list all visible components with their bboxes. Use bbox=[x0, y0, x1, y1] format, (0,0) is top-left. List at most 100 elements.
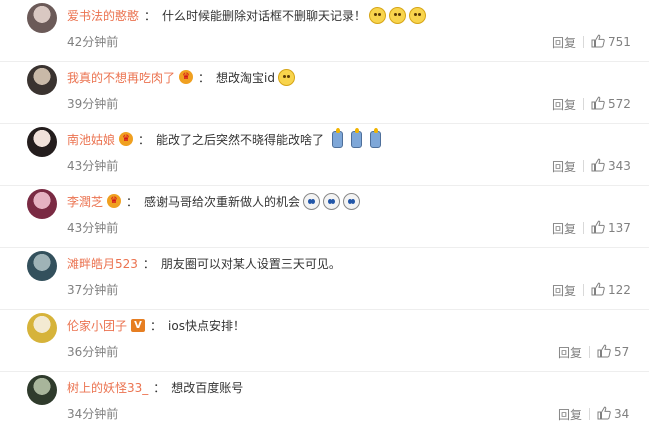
divider bbox=[583, 222, 585, 234]
colon: ： bbox=[126, 194, 139, 209]
username-link[interactable]: 南池姑娘 bbox=[67, 131, 115, 148]
divider bbox=[589, 408, 591, 420]
comment-actions: 回复 137 bbox=[552, 219, 631, 237]
candle-emoji-icon bbox=[332, 127, 344, 148]
colon: ： bbox=[153, 380, 166, 395]
cry-emoji-icon bbox=[343, 192, 361, 210]
like-button[interactable]: 343 bbox=[591, 158, 631, 175]
thumbs-up-icon bbox=[591, 34, 608, 51]
comment-line: 我真的不想再吃肉了 ♛ ： 想改淘宝id bbox=[67, 66, 295, 88]
like-count: 751 bbox=[608, 35, 631, 49]
worried-emoji-icon bbox=[369, 6, 387, 24]
avatar[interactable] bbox=[27, 251, 57, 281]
candle-emoji-icon bbox=[351, 127, 363, 148]
avatar[interactable] bbox=[27, 313, 57, 343]
comment-item: 滩畔皓月523 ： 朋友圈可以对某人设置三天可见。 37分钟前 回复 122 bbox=[0, 248, 649, 310]
comment-actions: 回复 122 bbox=[552, 281, 631, 299]
thumbs-up-icon bbox=[597, 344, 614, 361]
like-button[interactable]: 572 bbox=[591, 96, 631, 113]
avatar[interactable] bbox=[27, 127, 57, 157]
comment-item: 南池姑娘 ♛ ： 能改了之后突然不晓得能改啥了 43分钟前 回复 343 bbox=[0, 124, 649, 186]
like-button[interactable]: 122 bbox=[591, 282, 631, 299]
verified-v-icon: V bbox=[131, 318, 146, 332]
comment-line: 爱书法的憨憨 ： 什么时候能删除对话框不删聊天记录！ bbox=[67, 4, 427, 26]
thumbs-up-icon bbox=[591, 282, 608, 299]
vip-crown-icon: ♛ bbox=[179, 70, 194, 84]
candle-emoji-icon bbox=[370, 127, 382, 148]
reply-button[interactable]: 回复 bbox=[552, 34, 576, 51]
reply-button[interactable]: 回复 bbox=[552, 158, 576, 175]
comment-item: 爱书法的憨憨 ： 什么时候能删除对话框不删聊天记录！ 42分钟前 回复 751 bbox=[0, 0, 649, 62]
comment-time: 34分钟前 bbox=[67, 407, 119, 421]
cry-emoji-icon bbox=[323, 192, 341, 210]
comment-item: 伦家小团子 V ： ios快点安排！ 36分钟前 回复 57 bbox=[0, 310, 649, 372]
reply-button[interactable]: 回复 bbox=[558, 406, 582, 423]
like-button[interactable]: 751 bbox=[591, 34, 631, 51]
reply-button[interactable]: 回复 bbox=[552, 96, 576, 113]
colon: ： bbox=[198, 70, 211, 85]
like-count: 57 bbox=[614, 345, 630, 359]
like-button[interactable]: 34 bbox=[597, 406, 629, 423]
avatar[interactable] bbox=[27, 3, 57, 33]
worried-emoji-icon bbox=[409, 6, 427, 24]
comment-item: 我真的不想再吃肉了 ♛ ： 想改淘宝id 39分钟前 回复 572 bbox=[0, 62, 649, 124]
username-link[interactable]: 李潤芝 bbox=[67, 193, 103, 210]
comment-line: 李潤芝 ♛ ： 感谢马哥给次重新做人的机会 bbox=[67, 190, 361, 212]
divider bbox=[583, 160, 585, 172]
comment-text: ios快点安排！ bbox=[168, 318, 245, 333]
comment-line: 滩畔皓月523 ： 朋友圈可以对某人设置三天可见。 bbox=[67, 252, 341, 274]
colon: ： bbox=[150, 318, 163, 333]
comment-time: 42分钟前 bbox=[67, 35, 119, 49]
comment-line: 伦家小团子 V ： ios快点安排！ bbox=[67, 314, 245, 336]
thumbs-up-icon bbox=[591, 96, 608, 113]
comment-actions: 回复 343 bbox=[552, 157, 631, 175]
comment-line: 树上的妖怪33_ ： 想改百度账号 bbox=[67, 376, 243, 398]
reply-button[interactable]: 回复 bbox=[552, 220, 576, 237]
username-link[interactable]: 滩畔皓月523 bbox=[67, 255, 138, 272]
vip-crown-icon: ♛ bbox=[119, 132, 134, 146]
like-count: 122 bbox=[608, 283, 631, 297]
avatar[interactable] bbox=[27, 375, 57, 405]
comment-item: 树上的妖怪33_ ： 想改百度账号 34分钟前 回复 34 bbox=[0, 372, 649, 430]
comment-actions: 回复 572 bbox=[552, 95, 631, 113]
thumbs-up-icon bbox=[591, 158, 608, 175]
comment-text: 想改百度账号 bbox=[171, 380, 244, 395]
worried-emoji-icon bbox=[389, 6, 407, 24]
comment-text: 朋友圈可以对某人设置三天可见。 bbox=[160, 256, 341, 271]
comment-actions: 回复 751 bbox=[552, 33, 631, 51]
comment-text: 感谢马哥给次重新做人的机会 bbox=[144, 194, 301, 209]
comment-time: 43分钟前 bbox=[67, 221, 119, 235]
username-link[interactable]: 爱书法的憨憨 bbox=[67, 7, 139, 24]
like-count: 343 bbox=[608, 159, 631, 173]
reply-button[interactable]: 回复 bbox=[552, 282, 576, 299]
shy-emoji-icon bbox=[277, 68, 295, 86]
like-count: 34 bbox=[614, 407, 630, 421]
comment-text: 什么时候能删除对话框不删聊天记录！ bbox=[162, 8, 367, 23]
like-count: 572 bbox=[608, 97, 631, 111]
like-button[interactable]: 57 bbox=[597, 344, 629, 361]
comment-item: 李潤芝 ♛ ： 感谢马哥给次重新做人的机会 43分钟前 回复 137 bbox=[0, 186, 649, 248]
like-button[interactable]: 137 bbox=[591, 220, 631, 237]
comment-time: 39分钟前 bbox=[67, 97, 119, 111]
like-count: 137 bbox=[608, 221, 631, 235]
comment-actions: 回复 57 bbox=[558, 343, 629, 361]
avatar[interactable] bbox=[27, 65, 57, 95]
thumbs-up-icon bbox=[591, 220, 608, 237]
comment-line: 南池姑娘 ♛ ： 能改了之后突然不晓得能改啥了 bbox=[67, 127, 382, 150]
divider bbox=[583, 36, 585, 48]
divider bbox=[589, 346, 591, 358]
reply-button[interactable]: 回复 bbox=[558, 344, 582, 361]
comment-text: 想改淘宝id bbox=[216, 70, 275, 85]
colon: ： bbox=[138, 132, 151, 147]
username-link[interactable]: 伦家小团子 bbox=[67, 317, 127, 334]
avatar[interactable] bbox=[27, 189, 57, 219]
username-link[interactable]: 树上的妖怪33_ bbox=[67, 379, 148, 396]
comment-time: 37分钟前 bbox=[67, 283, 119, 297]
cry-emoji-icon bbox=[303, 192, 321, 210]
comment-time: 43分钟前 bbox=[67, 159, 119, 173]
comment-actions: 回复 34 bbox=[558, 405, 629, 423]
vip-crown-icon: ♛ bbox=[107, 194, 122, 208]
username-link[interactable]: 我真的不想再吃肉了 bbox=[67, 69, 175, 86]
comment-text: 能改了之后突然不晓得能改啥了 bbox=[156, 132, 325, 147]
comment-list: 爱书法的憨憨：什么时候能删除对话框不删聊天记录！ 42分钟前 回复 751 我真的不想再… bbox=[0, 0, 649, 430]
